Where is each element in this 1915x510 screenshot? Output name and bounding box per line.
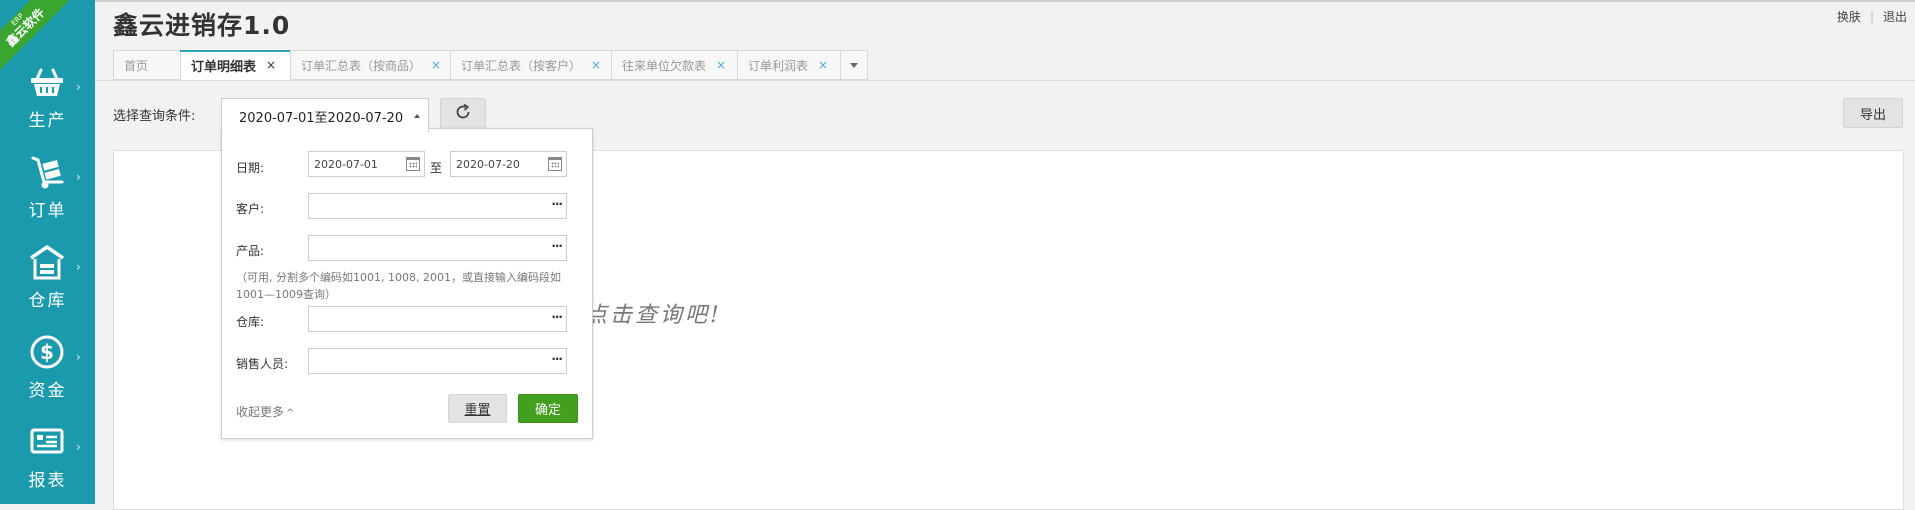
close-icon[interactable]: × (431, 58, 441, 72)
tab-receivables[interactable]: 往来单位欠款表 × (611, 50, 737, 80)
more-options-icon[interactable]: ··· (551, 197, 563, 211)
close-icon[interactable]: × (591, 58, 601, 72)
sidebar-item-label: 生产 (28, 111, 67, 131)
product-input[interactable]: ··· (308, 235, 567, 261)
logout-link[interactable]: 退出 (1883, 10, 1907, 24)
sidebar: ERP 鑫云软件 › 生产 › 订单 › 仓库 $ › 资金 › 报表 (0, 0, 95, 504)
date-to-separator: 至 (430, 161, 443, 175)
top-border (0, 0, 1915, 2)
sidebar-item-orders[interactable]: › 订单 (0, 154, 95, 244)
filter-panel: 日期: 2020-07-01 至 2020-07-20 客户: ··· 产品: … (221, 128, 593, 439)
sidebar-item-label: 仓库 (28, 291, 67, 311)
divider: | (1869, 10, 1874, 24)
dollar-icon: $ (28, 334, 66, 370)
query-condition-label: 选择查询条件: (113, 109, 196, 124)
chevron-right-icon: › (76, 350, 81, 364)
tab-home[interactable]: 首页 (113, 50, 180, 80)
app-title: 鑫云进销存1.0 (113, 11, 291, 40)
top-links: 换肤 | 退出 (1837, 8, 1907, 25)
refresh-icon (454, 103, 472, 125)
date-to-input[interactable]: 2020-07-20 (450, 151, 567, 177)
sidebar-item-reports[interactable]: › 报表 (0, 424, 95, 504)
collapse-more-link[interactable]: 收起更多 ^ (236, 403, 294, 420)
query-condition-value: 2020-07-01至2020-07-20 (239, 111, 404, 126)
product-label: 产品: (236, 244, 265, 258)
collapse-more-label: 收起更多 (236, 405, 285, 419)
skin-link[interactable]: 换肤 (1837, 10, 1861, 24)
ribbon-brand-text: 鑫云软件 (3, 5, 48, 50)
salesperson-label: 销售人员: (236, 357, 289, 371)
more-options-icon[interactable]: ··· (551, 239, 563, 253)
caret-down-icon (850, 62, 858, 68)
tabs-divider (95, 80, 1915, 81)
export-button[interactable]: 导出 (1843, 98, 1903, 128)
product-input-hint: （可用, 分割多个编码如1001, 1008, 2001，或直接输入编码段如10… (236, 271, 561, 301)
tab-label: 订单汇总表（按商品） (301, 58, 422, 73)
reset-button[interactable]: 重置 (448, 394, 507, 423)
sidebar-item-label: 报表 (28, 471, 67, 491)
tab-bar: 首页 订单明细表 × 订单汇总表（按商品） × 订单汇总表（按客户） × 往来单… (113, 50, 868, 80)
date-from-input[interactable]: 2020-07-01 (308, 151, 425, 177)
chevron-right-icon: › (76, 80, 81, 94)
chevron-up-icon: ^ (286, 408, 295, 419)
salesperson-input[interactable]: ··· (308, 348, 567, 374)
sidebar-item-label: 资金 (28, 381, 67, 401)
tab-label: 首页 (124, 58, 149, 73)
close-icon[interactable]: × (818, 58, 828, 72)
customer-input[interactable]: ··· (308, 193, 567, 219)
date-to-value: 2020-07-20 (456, 158, 520, 171)
calendar-icon[interactable] (548, 157, 562, 171)
chevron-right-icon: › (76, 260, 81, 274)
sidebar-item-production[interactable]: › 生产 (0, 64, 95, 154)
more-options-icon[interactable]: ··· (551, 310, 563, 324)
tab-more-dropdown[interactable] (840, 50, 868, 80)
more-options-icon[interactable]: ··· (551, 352, 563, 366)
close-icon[interactable]: × (716, 58, 726, 72)
warehouse-label: 仓库: (236, 315, 265, 329)
date-label: 日期: (236, 161, 265, 175)
tab-order-profit[interactable]: 订单利润表 × (737, 50, 840, 80)
tab-label: 订单利润表 (748, 58, 809, 73)
close-icon[interactable]: × (266, 58, 276, 72)
confirm-button[interactable]: 确定 (518, 394, 578, 423)
tab-order-summary-product[interactable]: 订单汇总表（按商品） × (290, 50, 450, 80)
report-icon (28, 424, 66, 460)
basket-icon (28, 64, 66, 100)
svg-text:$: $ (40, 340, 54, 364)
tab-label: 往来单位欠款表 (622, 58, 707, 73)
sidebar-item-funds[interactable]: $ › 资金 (0, 334, 95, 424)
sidebar-item-label: 订单 (28, 201, 67, 221)
chevron-right-icon: › (76, 170, 81, 184)
warehouse-input[interactable]: ··· (308, 306, 567, 332)
empty-state-hint: 点击查询吧! (585, 303, 722, 328)
refresh-button[interactable] (440, 98, 486, 130)
tab-label: 订单汇总表（按客户） (461, 58, 582, 73)
tab-label: 订单明细表 (191, 59, 257, 75)
query-condition-select[interactable]: 2020-07-01至2020-07-20 (221, 98, 429, 132)
hand-truck-icon (28, 154, 66, 190)
chevron-right-icon: › (76, 440, 81, 454)
sidebar-item-warehouse[interactable]: › 仓库 (0, 244, 95, 334)
customer-label: 客户: (236, 202, 265, 216)
date-from-value: 2020-07-01 (314, 158, 378, 171)
calendar-icon[interactable] (406, 157, 420, 171)
warehouse-icon (28, 244, 66, 280)
tab-order-summary-customer[interactable]: 订单汇总表（按客户） × (450, 50, 611, 80)
caret-up-icon (414, 114, 420, 118)
tab-order-detail[interactable]: 订单明细表 × (180, 50, 290, 80)
